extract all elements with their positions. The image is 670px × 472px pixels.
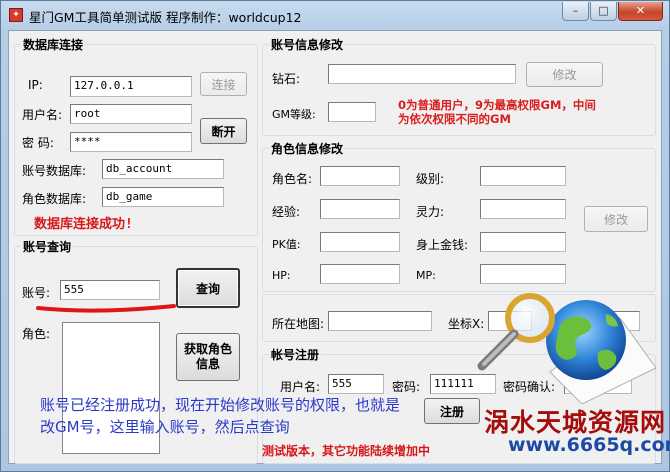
role-name-label: 角色名: [272,172,313,186]
role-name-field[interactable] [320,166,400,186]
get-role-info-line1: 获取角色 [183,342,232,356]
ip-label: IP: [28,78,43,92]
diamond-label: 钻石: [272,72,301,86]
window-title: 星门GM工具简单测试版 程序制作：worldcup12 [29,10,302,25]
spirit-label: 灵力: [416,205,445,219]
gm-level-label: GM等级: [272,108,316,121]
title-bar: ✦ 星门GM工具简单测试版 程序制作：worldcup12 – □ ✕ [1,1,670,29]
disconnect-button[interactable]: 断开 [200,118,247,144]
watermark-url: www.6665q.com [508,434,670,456]
user-field[interactable]: root [70,104,192,124]
password-field[interactable]: **** [70,132,192,152]
map-field[interactable] [328,311,432,331]
user-label: 用户名: [22,108,63,122]
close-button[interactable]: ✕ [618,2,663,21]
role-modify-button[interactable]: 修改 [584,206,648,232]
pk-field[interactable] [320,232,400,252]
money-field[interactable] [480,232,566,252]
query-account-field[interactable]: 555 [60,280,160,300]
diamond-field[interactable] [328,64,516,84]
gm-level-field[interactable] [328,102,376,122]
footer-note: 测试版本，其它功能陆续增加中 [262,444,431,458]
query-button[interactable]: 查询 [176,268,240,308]
account-query-legend: 账号查询 [23,240,72,254]
hp-label: HP: [272,269,291,282]
pk-label: PK值: [272,238,301,251]
maximize-button[interactable]: □ [590,2,617,21]
register-password-label: 密码: [392,380,421,394]
connection-status: 数据库连接成功! [34,217,133,232]
red-underline-mark [36,304,176,313]
register-legend: 帐号注册 [271,348,320,362]
account-modify-button[interactable]: 修改 [526,62,603,87]
account-db-field[interactable]: db_account [102,159,224,179]
ip-field[interactable]: 127.0.0.1 [70,76,192,97]
role-label: 角色: [22,327,51,341]
db-connection-legend: 数据库连接 [23,38,84,52]
get-role-info-button[interactable]: 获取角色 信息 [176,333,240,381]
get-role-info-line2: 信息 [195,357,220,371]
app-icon: ✦ [9,8,23,22]
gm-level-note: 0为普通用户，9为最高权限GM，中间为依次权限不同的GM [398,98,596,126]
query-account-label: 账号: [22,286,51,300]
money-label: 身上金钱: [416,238,469,252]
mp-field[interactable] [480,264,566,284]
map-label: 所在地图: [272,317,325,331]
level-label: 级别: [416,172,445,186]
register-user-label: 用户名: [280,380,321,394]
hp-field[interactable] [320,264,400,284]
role-db-label: 角色数据库: [22,192,87,206]
level-field[interactable] [480,166,566,186]
role-db-field[interactable]: db_game [102,187,224,207]
globe-magnifier-icon [477,293,657,404]
password-label: 密 码: [22,136,54,150]
register-user-field[interactable]: 555 [328,374,384,394]
exp-field[interactable] [320,199,400,219]
annotation-line2: 改GM号，这里输入账号，然后点查询 [40,418,290,436]
role-modify-legend: 角色信息修改 [271,142,344,156]
spirit-field[interactable] [480,199,566,219]
exp-label: 经验: [272,205,301,219]
account-db-label: 账号数据库: [22,164,87,178]
mp-label: MP: [416,269,436,282]
minimize-button[interactable]: – [562,2,589,21]
annotation-line1: 账号已经注册成功，现在开始修改账号的权限，也就是 [40,396,401,414]
account-modify-legend: 账号信息修改 [271,38,344,52]
connect-button[interactable]: 连接 [200,72,247,96]
